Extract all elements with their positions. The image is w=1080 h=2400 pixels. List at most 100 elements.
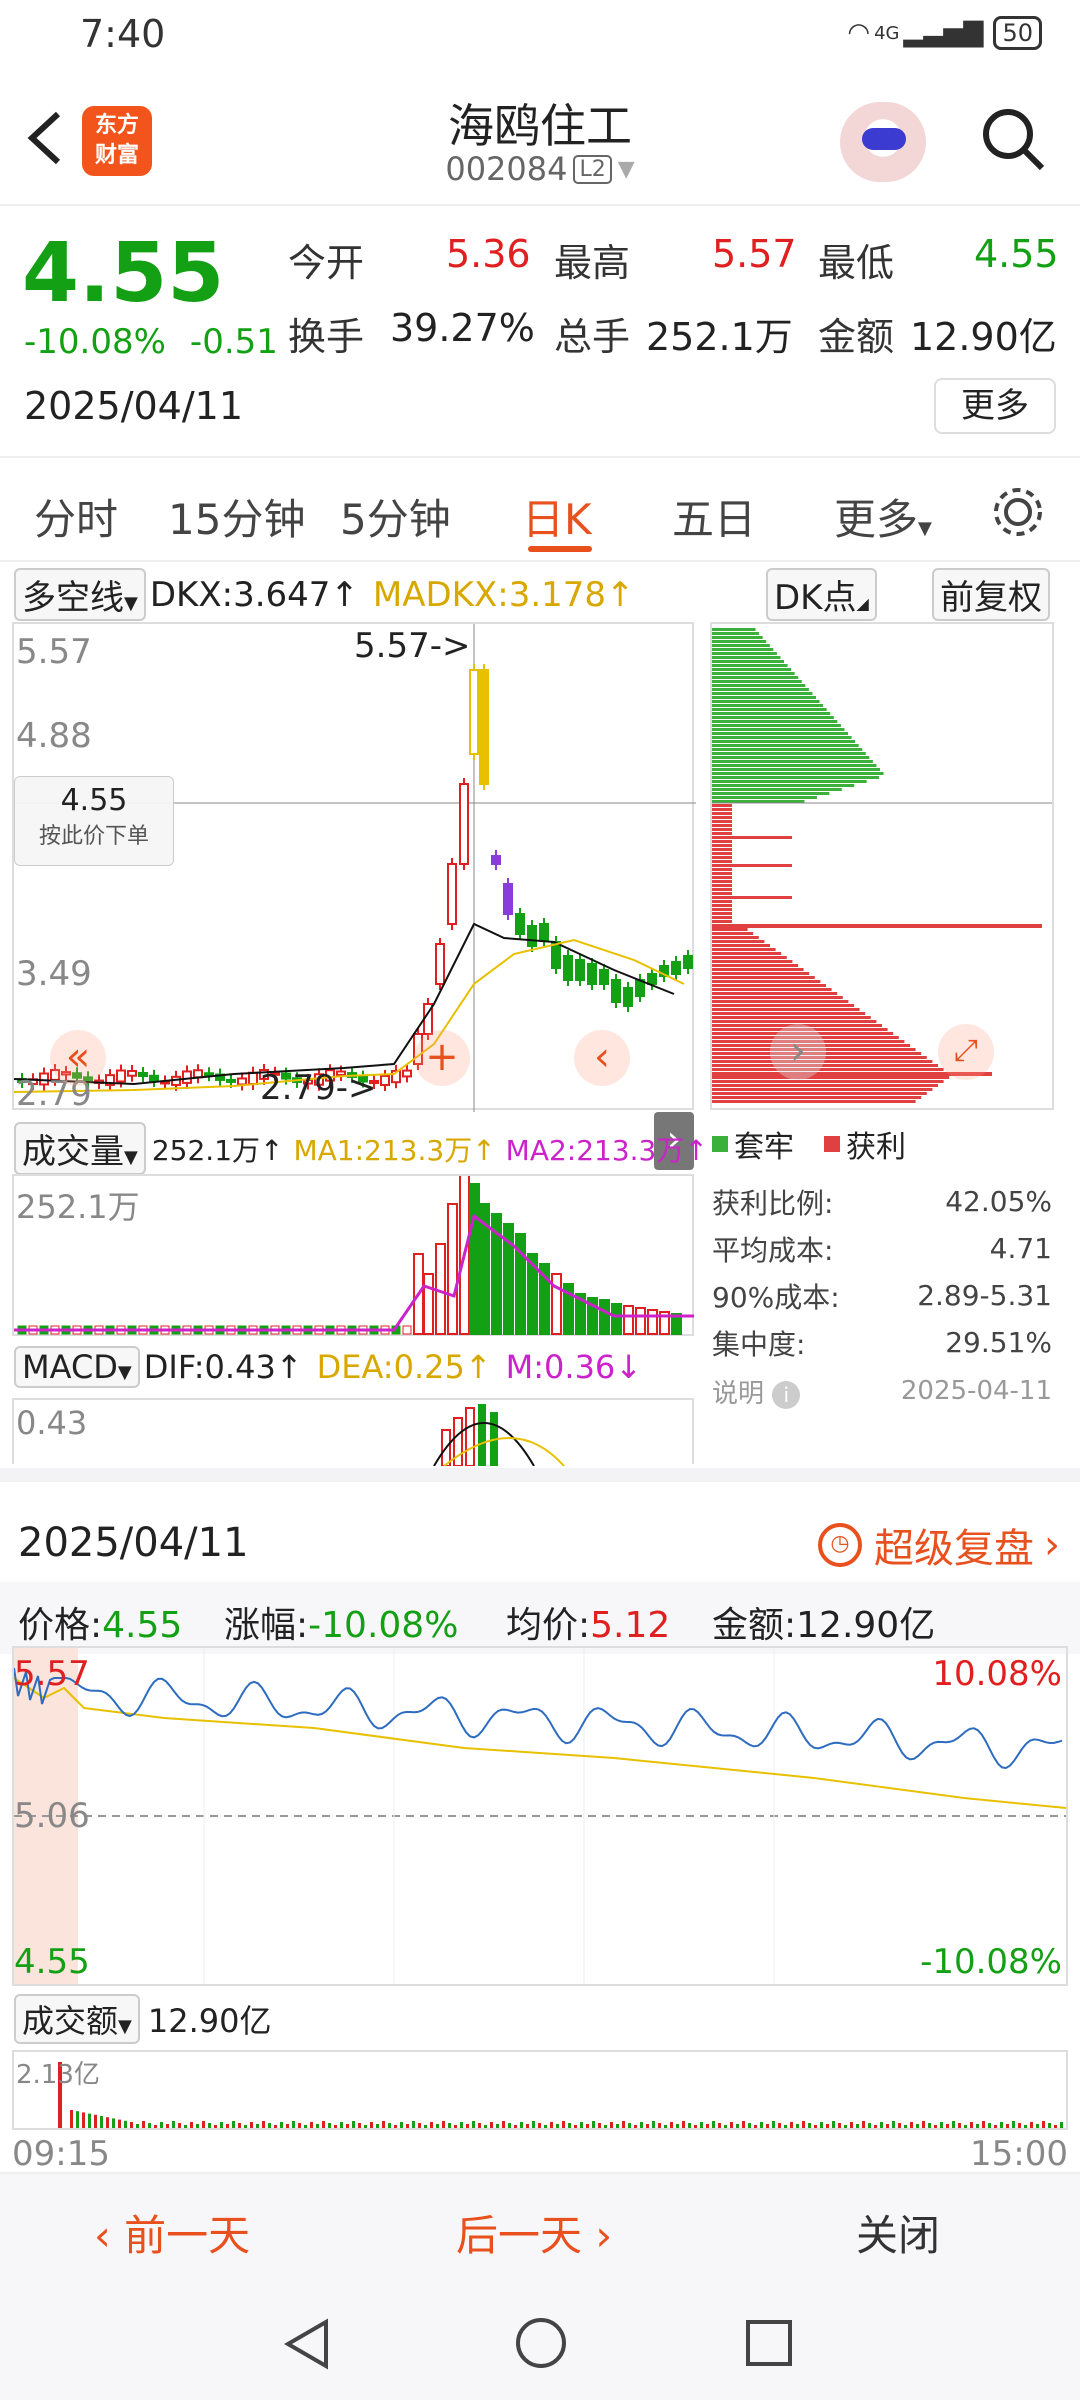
time-end: 15:00 bbox=[970, 2134, 1068, 2174]
quote-date: 2025/04/11 bbox=[24, 384, 244, 428]
volume-y-max: 252.1万 bbox=[16, 1188, 140, 1226]
period-tabs: 分时 15分钟 5分钟 日K 五日 更多▼ bbox=[0, 456, 1080, 562]
indicator-select[interactable]: 多空线▼ bbox=[14, 568, 146, 621]
scroll-left-icon[interactable]: « bbox=[50, 1030, 106, 1086]
amount-value: 12.90亿 bbox=[910, 315, 1057, 359]
nav-recents-icon[interactable] bbox=[744, 2318, 794, 2368]
turnover-label: 换手 bbox=[288, 315, 365, 359]
turnover-max: 2.13亿 bbox=[16, 2060, 100, 2090]
volume-chart: 252.1万 bbox=[12, 1173, 694, 1336]
y-label-4: 3.49 bbox=[16, 954, 92, 994]
volume-label: 总手 bbox=[554, 315, 631, 359]
open-label: 今开 bbox=[288, 241, 365, 285]
step-left-icon[interactable]: ‹ bbox=[574, 1030, 630, 1086]
macd-dif: DIF:0.43↑ bbox=[143, 1348, 303, 1386]
stock-code: 002084 bbox=[445, 150, 568, 188]
status-icons: ◠ 4G ▂▃▅▇ 50 bbox=[847, 16, 1042, 50]
macd-select[interactable]: MACD▼ bbox=[14, 1346, 140, 1388]
signal-icon: ▂▃▅▇ bbox=[903, 18, 984, 48]
tab-5min[interactable]: 5分钟 bbox=[340, 486, 451, 547]
y-mid: 5.06 bbox=[14, 1796, 90, 1836]
profit-swatch bbox=[824, 1136, 840, 1152]
volume-ma2: MA2:213.3万↑ bbox=[505, 1133, 708, 1167]
ai-assistant-icon[interactable] bbox=[840, 102, 926, 182]
prev-day-button[interactable]: ‹ 前一天 bbox=[94, 2202, 250, 2263]
nav-home-icon[interactable] bbox=[514, 2316, 568, 2370]
expand-icon[interactable]: ⤢ bbox=[938, 1024, 994, 1080]
tab-more[interactable]: 更多▼ bbox=[834, 486, 932, 547]
tab-5day[interactable]: 五日 bbox=[672, 486, 756, 547]
cursor-price: 4.55 bbox=[60, 783, 128, 818]
close-button[interactable]: 关闭 bbox=[856, 2202, 940, 2263]
dropdown-icon: ▼ bbox=[124, 593, 138, 614]
madkx-value: MADKX:3.178↑ bbox=[372, 574, 635, 615]
zoom-in-icon[interactable]: + bbox=[414, 1030, 470, 1086]
next-day-button[interactable]: 后一天 › bbox=[456, 2202, 612, 2263]
super-review-link[interactable]: ◷ 超级复盘 › bbox=[818, 1516, 1060, 1574]
intraday-review: 2025/04/11 ◷ 超级复盘 › 价格:4.55 涨幅:-10.08% 均价… bbox=[0, 1468, 1080, 2174]
y-low: 4.55 bbox=[14, 1942, 90, 1982]
low-label: 最低 bbox=[818, 241, 895, 285]
legend-profit: 获利 bbox=[846, 1130, 906, 1165]
high-label: 最高 bbox=[554, 241, 631, 285]
turnover-value: 39.27% bbox=[390, 306, 535, 350]
volume-value: 252.1万 bbox=[646, 315, 793, 359]
chip-legend: 套牢 获利 bbox=[712, 1122, 906, 1166]
macd-m: M:0.36↓ bbox=[505, 1348, 643, 1386]
turnover-select[interactable]: 成交额▼ bbox=[14, 1994, 140, 2044]
active-tab-indicator bbox=[528, 546, 592, 552]
low-marker: 2.79-> bbox=[260, 1068, 377, 1108]
turnover-value: 12.90亿 bbox=[147, 2002, 272, 2040]
last-price: 4.55 bbox=[22, 226, 225, 321]
status-bar: 7:40 ◠ 4G ▂▃▅▇ 50 bbox=[0, 0, 1080, 72]
macd-dea: DEA:0.25↑ bbox=[316, 1348, 492, 1386]
change-value: -0.51 bbox=[189, 322, 278, 362]
volume-indicator-row: 成交量▼ 252.1万↑ MA1:213.3万↑ MA2:213.3万↑ bbox=[14, 1122, 708, 1175]
dropdown-icon: ▼ bbox=[918, 518, 932, 539]
pct-high: 10.08% bbox=[932, 1654, 1062, 1694]
status-time: 7:40 bbox=[80, 12, 166, 56]
chip-svg bbox=[712, 628, 1052, 1103]
tab-15min[interactable]: 15分钟 bbox=[168, 486, 305, 547]
kline-indicator-row: 多空线▼ DKX:3.647↑ MADKX:3.178↑ bbox=[14, 568, 635, 621]
dkx-value: DKX:3.647↑ bbox=[149, 574, 359, 615]
wifi-icon: ◠ bbox=[847, 18, 871, 48]
intraday-turnover-chart: 2.13亿 bbox=[12, 2050, 1068, 2130]
turnover-indicator-row: 成交额▼ 12.90亿 bbox=[14, 1994, 271, 2044]
network-type: 4G bbox=[874, 22, 900, 44]
settings-gear-icon[interactable] bbox=[990, 484, 1046, 540]
tab-minute[interactable]: 分时 bbox=[34, 486, 118, 547]
chip-step-right-icon[interactable]: › bbox=[770, 1024, 826, 1080]
search-icon[interactable] bbox=[978, 104, 1048, 174]
more-button[interactable]: 更多 bbox=[934, 378, 1056, 434]
order-at-price[interactable]: 4.55 按此价下单 bbox=[14, 776, 174, 866]
chip-note[interactable]: 说明 i bbox=[712, 1373, 801, 1410]
macd-chart: 0.43 bbox=[12, 1398, 694, 1467]
review-bottom-bar: ‹ 前一天 后一天 › 关闭 bbox=[0, 2172, 1080, 2282]
nav-back-icon[interactable] bbox=[282, 2318, 332, 2370]
open-value: 5.36 bbox=[446, 232, 531, 276]
tab-daily[interactable]: 日K bbox=[522, 486, 592, 547]
high-marker: 5.57-> bbox=[354, 626, 471, 666]
macd-indicator-row: MACD▼ DIF:0.43↑ DEA:0.25↑ M:0.36↓ bbox=[14, 1346, 642, 1388]
review-date: 2025/04/11 bbox=[18, 1520, 249, 1566]
y-high: 5.57 bbox=[14, 1654, 90, 1694]
volume-select[interactable]: 成交量▼ bbox=[14, 1122, 146, 1175]
cursor-hint: 按此价下单 bbox=[38, 824, 149, 849]
y-label-1: 5.57 bbox=[16, 632, 92, 672]
chip-stats: 获利比例: 42.05% 平均成本: 4.71 90%成本: 2.89-5.31 集中… bbox=[712, 1185, 1052, 1410]
stock-header: 东方财富 海鸥住工 002084 L2 ▼ bbox=[0, 72, 1080, 206]
intraday-price-chart: 5.57 5.06 4.55 10.08% -10.08% bbox=[12, 1646, 1068, 1986]
info-icon: i bbox=[772, 1380, 801, 1409]
battery-icon: 50 bbox=[993, 16, 1042, 50]
chip-distribution-chart: › ⤢ bbox=[710, 622, 1054, 1110]
kline-chart[interactable]: 5.57 4.88 3.49 2.79 5.57-> 2.79-> 4.55 按… bbox=[12, 622, 696, 1114]
y-label-2: 4.88 bbox=[16, 716, 92, 756]
volume-ma1: MA1:213.3万↑ bbox=[293, 1133, 496, 1167]
adjust-toggle[interactable]: 前复权 bbox=[932, 568, 1050, 621]
history-icon: ◷ bbox=[818, 1523, 862, 1567]
amount-label: 金额 bbox=[818, 315, 895, 359]
avg-price-line bbox=[13, 1677, 1067, 1809]
candles bbox=[17, 664, 693, 1091]
dk-point-toggle[interactable]: DK点◢ bbox=[766, 568, 877, 621]
